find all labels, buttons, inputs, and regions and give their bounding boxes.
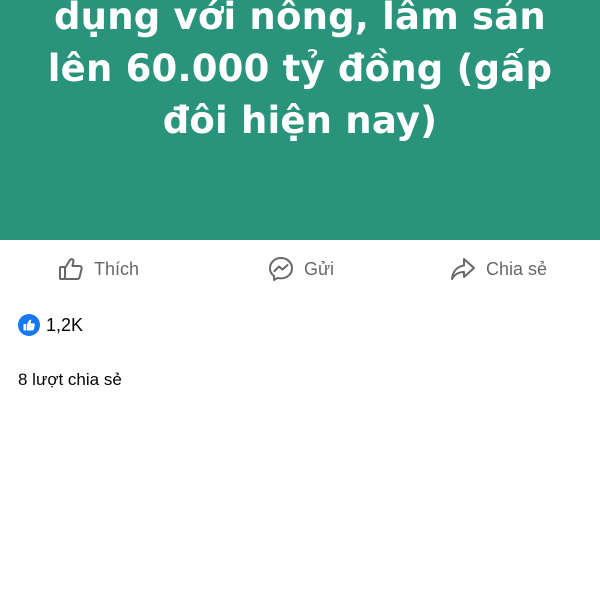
reaction-summary[interactable]: 1,2K (18, 312, 83, 338)
share-button[interactable]: Chia sẻ (448, 248, 547, 290)
like-button[interactable]: Thích (56, 248, 139, 290)
like-reaction-icon (18, 314, 40, 336)
share-count[interactable]: 8 lượt chia sẻ (18, 370, 122, 390)
send-button-label: Gửi (304, 258, 335, 279)
send-button[interactable]: Gửi (266, 248, 334, 290)
post-image-banner[interactable]: dụng với nông, lâm sản lên 60.000 tỷ đồn… (0, 0, 600, 240)
reaction-count: 1,2K (46, 314, 84, 335)
like-button-label: Thích (94, 258, 140, 279)
share-arrow-icon (448, 254, 478, 284)
post-card: dụng với nông, lâm sản lên 60.000 tỷ đồn… (0, 0, 600, 600)
messenger-icon (266, 254, 296, 284)
post-action-bar: Thích Gửi Chia sẻ (0, 248, 600, 290)
share-button-label: Chia sẻ (486, 258, 548, 279)
post-banner-text: dụng với nông, lâm sản lên 60.000 tỷ đồn… (47, 0, 553, 142)
thumbs-up-icon (56, 254, 86, 284)
